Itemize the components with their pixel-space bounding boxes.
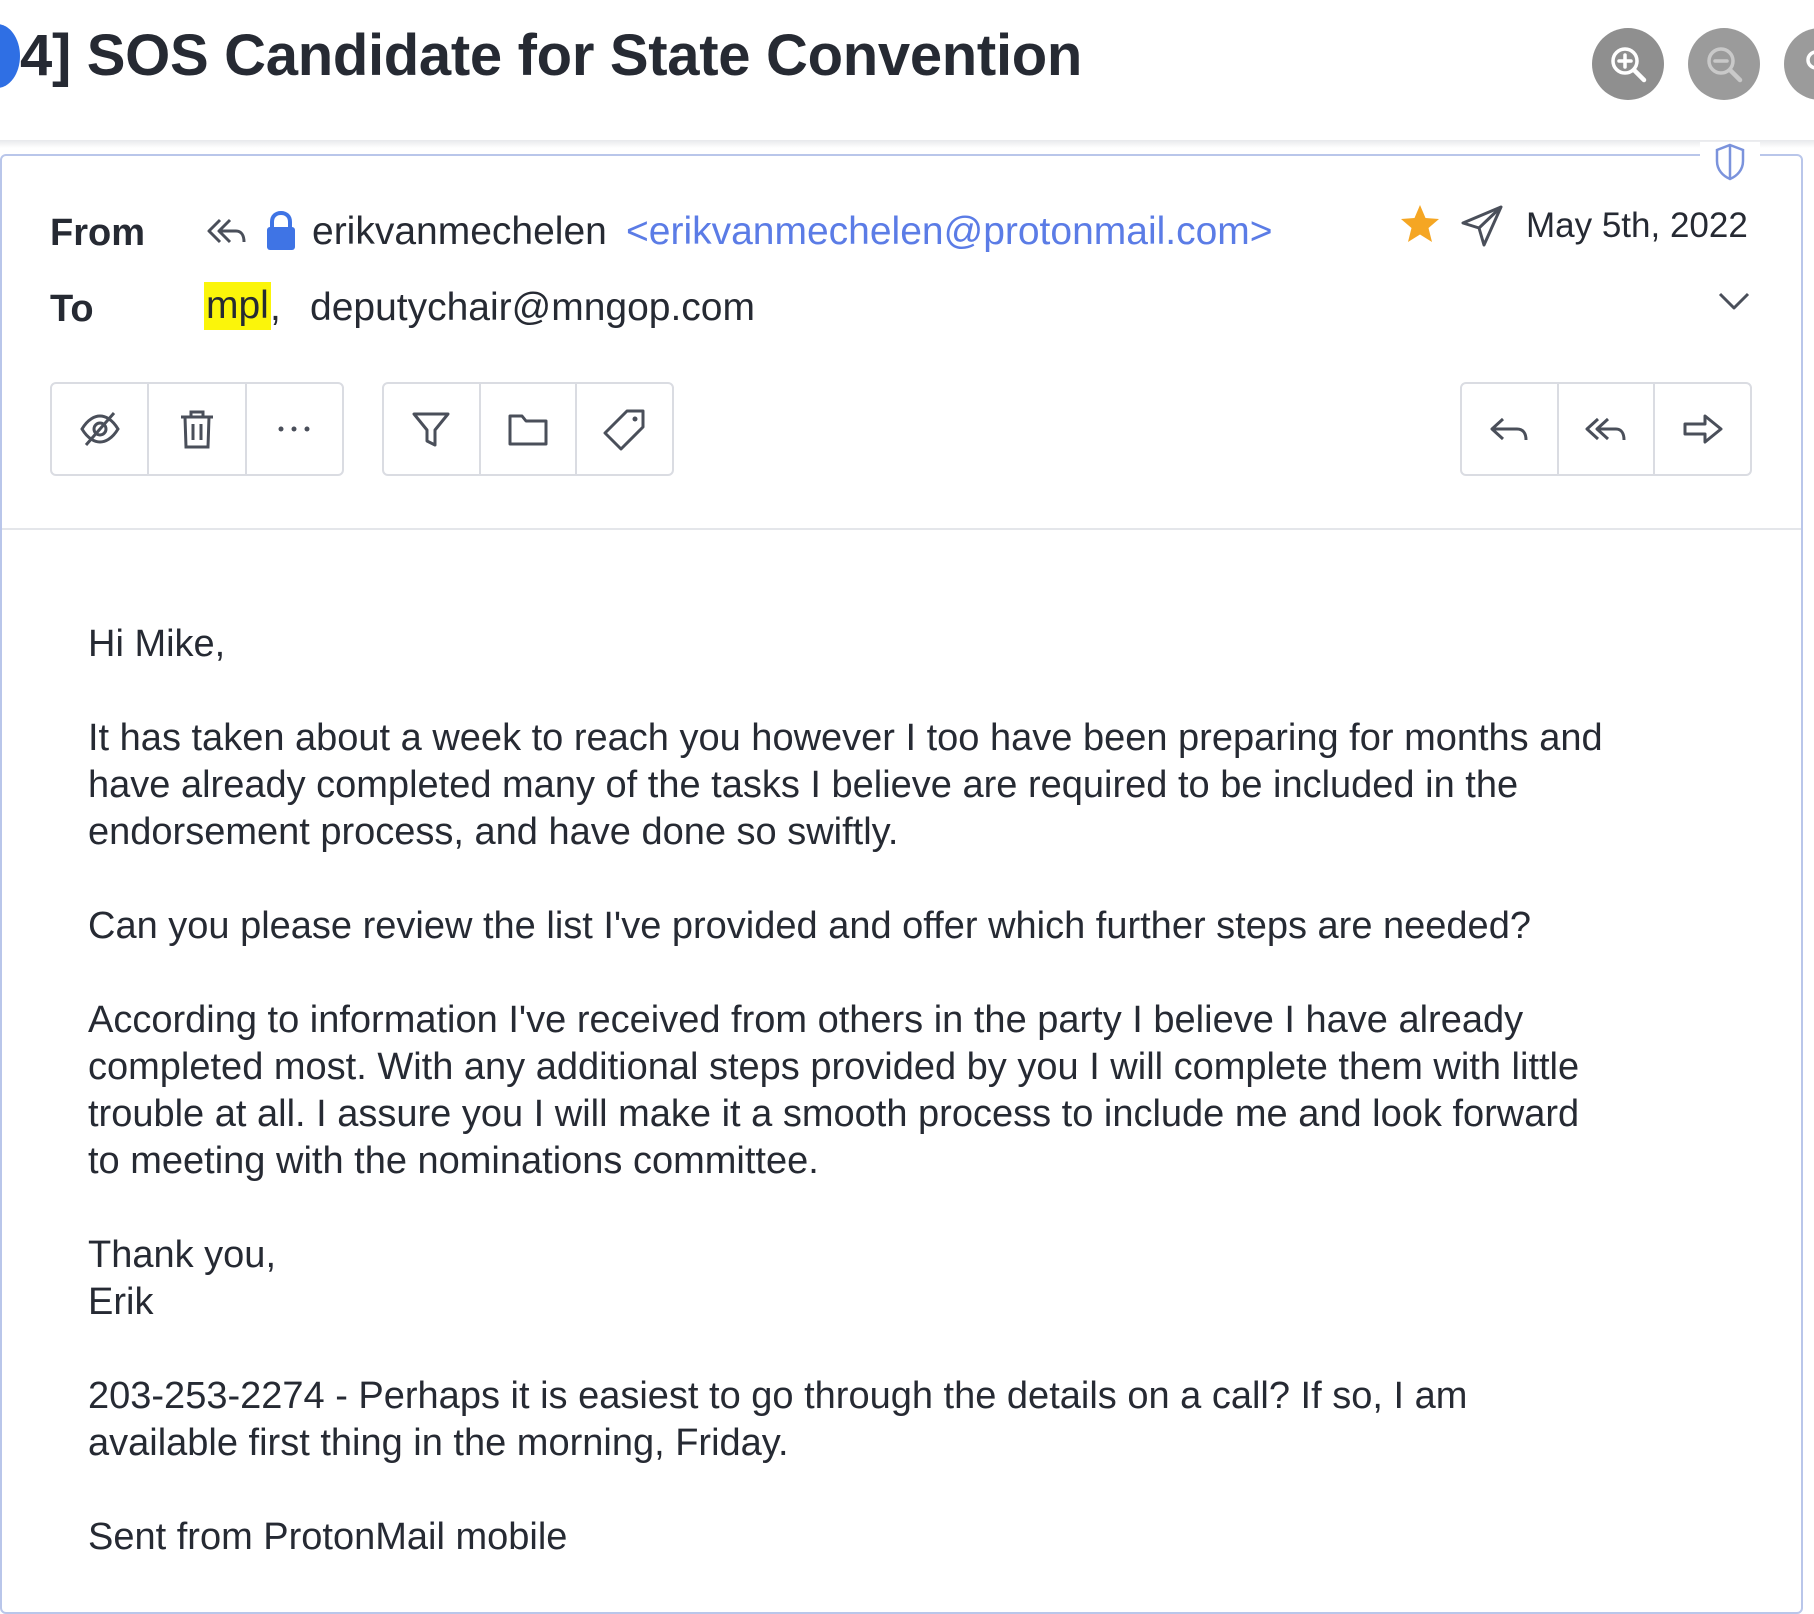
body-paragraph-line: endorsement process, and have done so sw… <box>88 811 899 853</box>
pin-icon <box>1806 50 1814 70</box>
body-paragraph-line: It has taken about a week to reach you h… <box>88 717 1603 759</box>
tag-icon <box>603 409 645 451</box>
sent-icon <box>1461 205 1503 247</box>
chevron-down-icon[interactable] <box>1714 286 1754 316</box>
delete-button[interactable] <box>149 384 247 474</box>
more-actions-button[interactable] <box>1784 28 1814 100</box>
recipient-separator: , <box>270 286 281 329</box>
body-paragraph-line: to meeting with the nominations committe… <box>88 1140 819 1182</box>
reply-all-icon <box>1585 417 1626 441</box>
zoom-in-button[interactable] <box>1592 28 1664 100</box>
recipient-deputychair[interactable]: deputychair@mngop.com <box>310 286 755 330</box>
filter-icon <box>412 412 450 447</box>
sender-name[interactable]: erikvanmechelen <box>312 210 607 254</box>
move-to-folder-button[interactable] <box>481 384 578 474</box>
toolbar-group-reply <box>1460 382 1752 476</box>
reply-button[interactable] <box>1462 384 1559 474</box>
shield-icon[interactable] <box>1700 142 1760 182</box>
toolbar-group-actions <box>50 382 344 476</box>
title-divider <box>0 140 1814 148</box>
message-subject: 4] SOS Candidate for State Convention <box>20 23 1083 88</box>
to-label: To <box>50 288 94 330</box>
trash-icon <box>180 410 213 449</box>
zoom-out-icon <box>1707 47 1743 83</box>
filter-button[interactable] <box>384 384 481 474</box>
toolbar-group-organize <box>382 382 674 476</box>
folder-icon <box>508 414 548 446</box>
body-signature: Sent from ProtonMail mobile <box>88 1516 568 1558</box>
more-icon <box>278 426 310 432</box>
lock-icon <box>267 210 295 250</box>
recipient-mpl[interactable]: mpl <box>204 282 271 330</box>
body-closing-line: Erik <box>88 1281 154 1323</box>
sender-email[interactable]: <erikvanmechelen@protonmail.com> <box>626 210 1273 254</box>
body-paragraph-line: 203-253-2274 - Perhaps it is easiest to … <box>88 1375 1468 1417</box>
forward-icon <box>1683 414 1723 444</box>
body-closing-line: Thank you, <box>88 1234 276 1276</box>
replied-all-icon <box>207 218 246 244</box>
star-icon[interactable] <box>1398 202 1442 246</box>
body-paragraph-line: completed most. With any additional step… <box>88 1046 1580 1088</box>
eye-slash-icon <box>79 412 120 446</box>
mark-unread-button[interactable] <box>52 384 150 474</box>
reply-icon <box>1490 417 1528 441</box>
reply-all-button[interactable] <box>1559 384 1656 474</box>
body-paragraph-line: available first thing in the morning, Fr… <box>88 1422 789 1464</box>
zoom-in-icon <box>1611 47 1647 83</box>
label-button[interactable] <box>577 384 672 474</box>
forward-button[interactable] <box>1655 384 1750 474</box>
body-greeting: Hi Mike, <box>88 623 226 665</box>
zoom-out-button[interactable] <box>1688 28 1760 100</box>
body-paragraph-line: trouble at all. I assure you I will make… <box>88 1093 1580 1135</box>
header-divider <box>2 528 1801 530</box>
message-date: May 5th, 2022 <box>1526 206 1748 245</box>
title-bar: 4] SOS Candidate for State Convention <box>0 0 1814 142</box>
more-button[interactable] <box>247 384 342 474</box>
body-paragraph-line: Can you please review the list I've prov… <box>88 905 1531 947</box>
from-label: From <box>50 212 145 254</box>
body-paragraph-line: According to information I've received f… <box>88 999 1524 1041</box>
body-paragraph-line: have already completed many of the tasks… <box>88 764 1519 806</box>
unread-indicator <box>0 24 20 88</box>
